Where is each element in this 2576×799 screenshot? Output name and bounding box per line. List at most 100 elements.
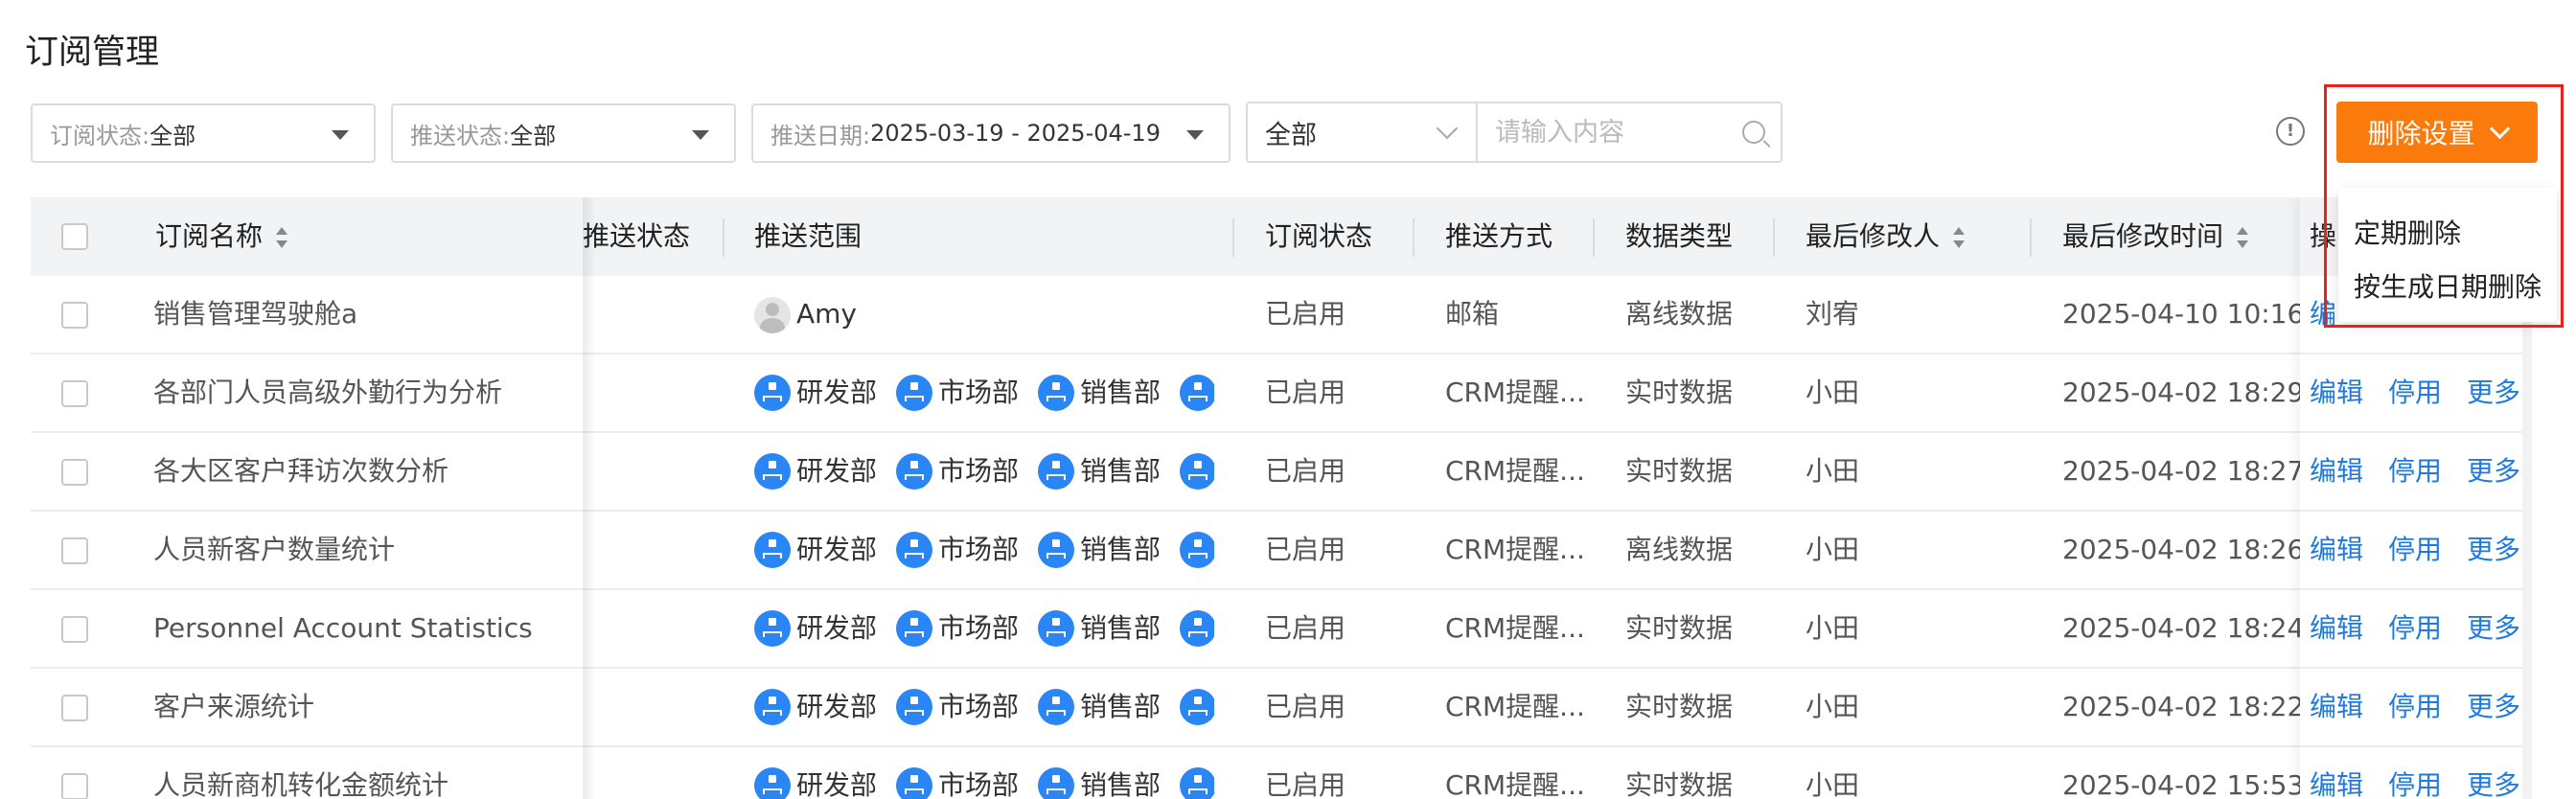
edit-link[interactable]: 编 xyxy=(2310,276,2336,353)
subscription-name[interactable]: 各大区客户拜访次数分析 xyxy=(153,433,575,510)
table-row: 销售管理驾驶舱a Amy 已启用 邮箱 离线数据 刘宥 2025-04-10 1… xyxy=(31,276,2522,354)
sort-icon[interactable] xyxy=(1953,227,1966,248)
dept-name: 市场部 xyxy=(938,455,1020,487)
edit-link[interactable]: 编辑 xyxy=(2310,354,2363,431)
info-icon[interactable]: ! xyxy=(2276,117,2305,146)
subscription-name[interactable]: Personnel Account Statistics xyxy=(153,590,575,667)
disable-link[interactable]: 停用 xyxy=(2388,747,2442,799)
row-checkbox[interactable] xyxy=(61,380,88,407)
org-structure-icon xyxy=(1038,767,1075,799)
search-input[interactable] xyxy=(1478,102,1782,163)
dept-tag: 纟 xyxy=(1180,590,1214,667)
row-checkbox[interactable] xyxy=(61,537,88,564)
last-modifier: 小田 xyxy=(1806,377,1860,408)
subscription-name[interactable]: 人员新客户数量统计 xyxy=(153,512,575,588)
org-structure-icon xyxy=(1038,532,1075,568)
row-checkbox[interactable] xyxy=(61,459,88,486)
subscription-name[interactable]: 各部门人员高级外勤行为分析 xyxy=(153,354,575,431)
disable-link[interactable]: 停用 xyxy=(2388,590,2442,667)
caret-down-icon xyxy=(1186,130,1204,140)
sort-icon[interactable] xyxy=(276,227,288,248)
org-structure-icon xyxy=(754,375,791,411)
header-name[interactable]: 订阅名称 xyxy=(155,197,288,276)
filter-value: 全部 xyxy=(510,122,557,149)
edit-link[interactable]: 编辑 xyxy=(2310,590,2363,667)
push-method: 邮箱 xyxy=(1445,298,1500,330)
delete-settings-button[interactable]: 删除设置 xyxy=(2336,102,2538,163)
disable-link[interactable]: 停用 xyxy=(2388,669,2442,745)
table-row: Personnel Account Statistics 研发部市场部销售部纟 … xyxy=(31,590,2522,669)
chevron-down-icon xyxy=(2489,118,2510,139)
org-structure-icon xyxy=(896,767,933,799)
dept-tag: 纟 xyxy=(1180,433,1214,510)
disable-link[interactable]: 停用 xyxy=(2388,354,2442,431)
org-structure-icon xyxy=(1180,453,1214,490)
more-link[interactable]: 更多 xyxy=(2467,354,2520,431)
dept-tag: 研发部 xyxy=(754,747,877,799)
more-link[interactable]: 更多 xyxy=(2467,433,2520,510)
last-modifier: 小田 xyxy=(1806,612,1860,644)
push-date-filter[interactable]: 推送日期: 2025-03-19 - 2025-04-19 xyxy=(751,103,1230,163)
row-checkbox[interactable] xyxy=(61,616,88,643)
last-modified-time: 2025-04-10 10:16:19 xyxy=(2062,298,2300,330)
dept-tag: 市场部 xyxy=(896,590,1019,667)
header-modified-time[interactable]: 最后修改时间 xyxy=(2062,197,2249,276)
column-divider xyxy=(2030,218,2032,257)
more-link[interactable]: 更多 xyxy=(2467,669,2520,745)
data-type: 实时数据 xyxy=(1625,691,1734,722)
subscription-name[interactable]: 客户来源统计 xyxy=(153,669,575,745)
edit-link[interactable]: 编辑 xyxy=(2310,433,2363,510)
more-link[interactable]: 更多 xyxy=(2467,747,2520,799)
more-link[interactable]: 更多 xyxy=(2467,512,2520,588)
search-scope-select[interactable]: 全部 xyxy=(1246,102,1478,163)
dept-tag: 市场部 xyxy=(896,512,1019,588)
sort-icon[interactable] xyxy=(2237,227,2249,248)
data-type: 离线数据 xyxy=(1625,534,1734,565)
search-group: 全部 xyxy=(1246,102,1782,163)
menu-item-delete-by-date[interactable]: 按生成日期删除 xyxy=(2354,266,2542,305)
subscription-name[interactable]: 销售管理驾驶舱a xyxy=(153,276,575,353)
org-structure-icon xyxy=(1038,610,1075,647)
row-checkbox[interactable] xyxy=(61,695,88,721)
subscription-name[interactable]: 人员新商机转化金额统计 xyxy=(153,747,575,799)
scope-user: Amy xyxy=(796,298,857,330)
dept-tag: 研发部 xyxy=(754,433,877,510)
dept-tag: 研发部 xyxy=(754,512,877,588)
org-structure-icon xyxy=(896,453,933,490)
dept-name: 市场部 xyxy=(938,769,1020,799)
push-method: CRM提醒... xyxy=(1445,377,1585,408)
dept-name: 销售部 xyxy=(1080,455,1162,487)
menu-item-scheduled-delete[interactable]: 定期删除 xyxy=(2354,213,2461,251)
row-checkbox[interactable] xyxy=(61,773,88,799)
header-push-status: 推送状态 xyxy=(583,220,691,252)
org-structure-icon xyxy=(1180,689,1214,725)
dept-name: 市场部 xyxy=(938,691,1020,722)
search-icon[interactable] xyxy=(1742,121,1765,144)
subscription-status-filter[interactable]: 订阅状态: 全部 xyxy=(31,103,376,163)
org-structure-icon xyxy=(1038,689,1075,725)
dept-tag: 市场部 xyxy=(896,354,1019,431)
disable-link[interactable]: 停用 xyxy=(2388,433,2442,510)
push-method: CRM提醒... xyxy=(1445,455,1585,487)
edit-link[interactable]: 编辑 xyxy=(2310,747,2363,799)
page-title: 订阅管理 xyxy=(25,34,160,72)
org-structure-icon xyxy=(754,689,791,725)
select-all-checkbox[interactable] xyxy=(61,223,88,250)
table-header: 订阅名称 推送状态 推送范围 订阅状态 推送方式 数据类型 最后修改人 最后修改… xyxy=(31,197,2522,276)
actions-cell: 编辑 停用 更多 xyxy=(2300,433,2522,512)
push-method: CRM提醒... xyxy=(1445,534,1585,565)
org-structure-icon xyxy=(1038,453,1075,490)
caret-down-icon xyxy=(332,130,349,140)
more-link[interactable]: 更多 xyxy=(2467,590,2520,667)
edit-link[interactable]: 编辑 xyxy=(2310,512,2363,588)
subscription-status: 已启用 xyxy=(1265,298,1346,330)
disable-link[interactable]: 停用 xyxy=(2388,512,2442,588)
push-status-filter[interactable]: 推送状态: 全部 xyxy=(391,103,736,163)
edit-link[interactable]: 编辑 xyxy=(2310,669,2363,745)
table-row: 人员新客户数量统计 研发部 市场部 销售部纟 已启用 CRM提醒... 离线数据 小… xyxy=(31,512,2522,590)
last-modified-time: 2025-04-02 18:26:13 xyxy=(2062,534,2300,565)
header-modifier[interactable]: 最后修改人 xyxy=(1806,197,1966,276)
row-checkbox[interactable] xyxy=(61,302,88,329)
org-structure-icon xyxy=(896,375,933,411)
org-structure-icon xyxy=(896,689,933,725)
